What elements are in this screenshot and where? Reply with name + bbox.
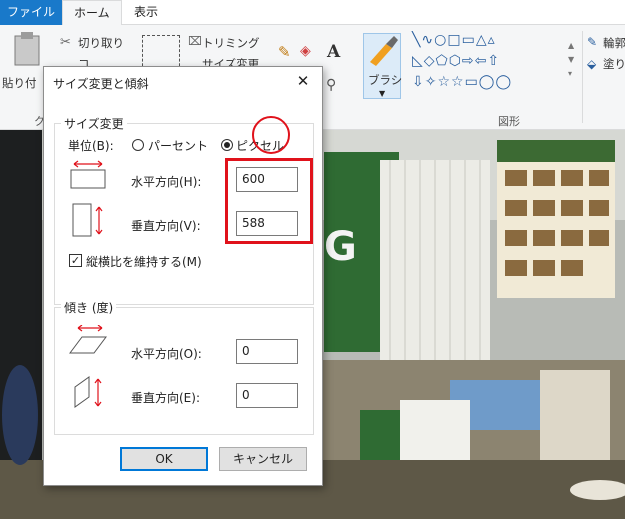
tab-home[interactable]: ホーム xyxy=(62,0,122,28)
skew-v-input[interactable]: 0 xyxy=(236,383,298,408)
resize-group-title: サイズ変更 xyxy=(61,115,127,132)
skew-h-input[interactable]: 0 xyxy=(236,339,298,364)
unit-label: 単位(B): xyxy=(68,139,114,153)
fill-icon[interactable]: ◈ xyxy=(300,43,311,59)
gallery-scroll[interactable]: ▲ ▼ ▾ xyxy=(568,39,574,81)
dialog-title: サイズ変更と傾斜 xyxy=(53,77,149,91)
percent-radio[interactable] xyxy=(132,139,144,151)
svg-text:G: G xyxy=(324,224,357,270)
keep-ratio-label[interactable]: 縦横比を維持する(M) xyxy=(86,253,202,270)
chevron-down-icon[interactable]: ▼ xyxy=(379,89,385,98)
percent-label[interactable]: パーセント xyxy=(148,137,208,154)
vertical-resize-icon xyxy=(72,203,108,239)
outline-label[interactable]: 輪郭 xyxy=(603,35,625,51)
skew-group-title: 傾き (度) xyxy=(61,299,117,316)
pixel-highlight-circle xyxy=(252,116,290,154)
pixel-radio[interactable] xyxy=(221,139,233,151)
size-inputs-highlight xyxy=(225,158,313,244)
fill-label[interactable]: 塗り xyxy=(603,56,625,72)
fill-shape-icon[interactable]: ⬙ xyxy=(587,57,596,71)
text-tool-icon[interactable]: A xyxy=(327,42,340,62)
pencil-icon[interactable]: ✎ xyxy=(278,43,291,61)
clipboard-icon[interactable] xyxy=(14,32,40,66)
cut-label[interactable]: 切り取り xyxy=(78,35,124,51)
shapes-icon: ╲∿○□▭△▵ ◺◇⬠⬡⇨⇦⇧ ⇩✧☆☆▭◯◯ xyxy=(412,32,513,90)
cancel-button[interactable]: キャンセル xyxy=(219,447,307,471)
ribbon-tab-bar: ファイル ホーム 表示 xyxy=(0,0,625,28)
trim-label[interactable]: トリミング xyxy=(202,35,260,51)
ok-button[interactable]: OK xyxy=(120,447,208,471)
magnifier-icon[interactable]: ⚲ xyxy=(326,77,336,93)
tab-view[interactable]: 表示 xyxy=(123,0,169,25)
skew-h-label: 水平方向(O): xyxy=(131,347,202,361)
shapes-gallery[interactable]: ╲∿○□▭△▵ ◺◇⬠⬡⇨⇦⇧ ⇩✧☆☆▭◯◯ xyxy=(412,30,580,98)
brush-label[interactable]: ブラシ xyxy=(368,72,402,88)
vertical-label: 垂直方向(V): xyxy=(131,219,201,233)
separator xyxy=(582,31,583,123)
paste-label[interactable]: 貼り付 xyxy=(2,75,37,91)
skew-horizontal-icon xyxy=(68,324,108,355)
brush-icon xyxy=(370,36,398,66)
skew-v-label: 垂直方向(E): xyxy=(131,391,200,405)
horizontal-resize-icon xyxy=(70,160,106,190)
close-icon[interactable]: ✕ xyxy=(290,70,316,92)
trim-icon[interactable]: ⌧ xyxy=(188,34,202,48)
shapes-group-label: 図形 xyxy=(498,115,520,128)
keep-ratio-checkbox[interactable]: ✓ xyxy=(69,254,82,267)
horizontal-label: 水平方向(H): xyxy=(131,175,202,189)
outline-icon[interactable]: ✎ xyxy=(587,35,597,49)
tab-file[interactable]: ファイル xyxy=(0,0,62,25)
skew-vertical-icon xyxy=(72,375,108,411)
scissors-icon[interactable]: ✂ xyxy=(60,35,71,50)
